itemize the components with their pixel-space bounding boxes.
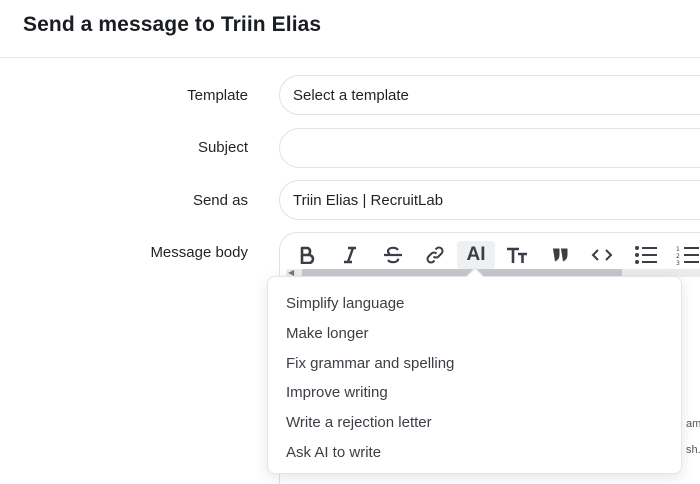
svg-text:3: 3 [676, 260, 680, 265]
heading-button[interactable] [505, 241, 529, 269]
ai-button[interactable]: AI [457, 241, 495, 269]
ai-menu-item-rejection-letter[interactable]: Write a rejection letter [286, 414, 432, 431]
template-select-value: Select a template [293, 87, 409, 104]
message-body-label: Message body [150, 244, 248, 261]
numbered-list-icon: 123 [676, 246, 699, 265]
italic-button[interactable] [339, 241, 361, 269]
editor-text-fragment: sh.c [686, 444, 700, 456]
send-as-label: Send as [192, 192, 248, 209]
svg-text:2: 2 [676, 253, 680, 260]
subject-label: Subject [197, 139, 248, 156]
editor-text-fragment: amd [686, 418, 700, 430]
strikethrough-icon [384, 246, 402, 264]
template-label: Template [187, 87, 248, 104]
link-button[interactable] [423, 241, 447, 269]
svg-text:1: 1 [676, 246, 680, 253]
quote-icon [553, 248, 568, 262]
ai-menu-item-make-longer[interactable]: Make longer [286, 325, 369, 342]
send-as-select[interactable]: Triin Elias | RecruitLab [279, 180, 700, 220]
quote-button[interactable] [548, 241, 572, 269]
template-select[interactable]: Select a template [279, 75, 700, 115]
subject-input[interactable] [279, 128, 700, 168]
dialog-header: Send a message to Triin Elias [0, 0, 700, 58]
ai-menu-item-ask-ai[interactable]: Ask AI to write [286, 444, 381, 461]
ai-menu-item-fix-grammar[interactable]: Fix grammar and spelling [286, 355, 454, 372]
numbered-list-button[interactable]: 123 [676, 241, 700, 269]
ai-menu-item-simplify[interactable]: Simplify language [286, 295, 404, 312]
code-icon [591, 249, 613, 261]
code-button[interactable] [590, 241, 614, 269]
ai-menu-item-improve-writing[interactable]: Improve writing [286, 384, 388, 401]
bullet-list-button[interactable] [633, 241, 659, 269]
bold-icon [300, 246, 315, 264]
strikethrough-button[interactable] [381, 241, 405, 269]
link-icon [426, 246, 444, 264]
send-as-value: Triin Elias | RecruitLab [293, 192, 444, 209]
heading-icon [507, 247, 527, 263]
italic-icon [344, 246, 356, 264]
bold-button[interactable] [296, 241, 318, 269]
bullet-list-icon [635, 246, 657, 264]
dialog-title: Send a message to Triin Elias [23, 13, 322, 36]
